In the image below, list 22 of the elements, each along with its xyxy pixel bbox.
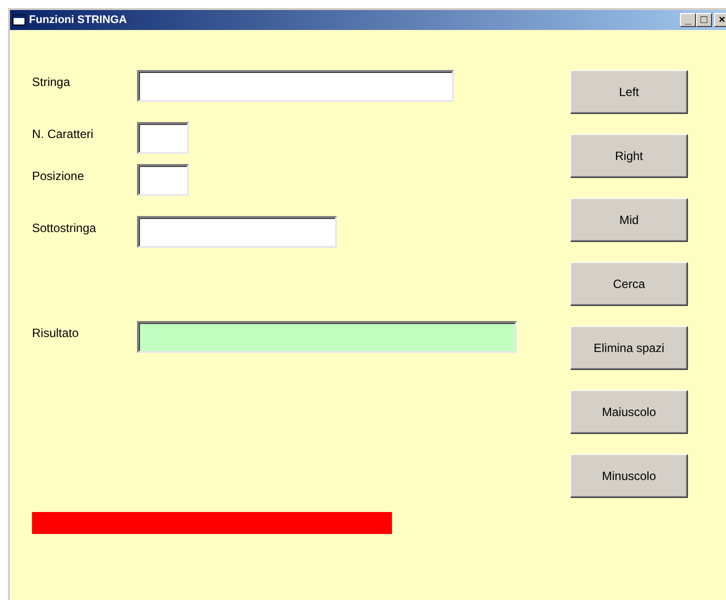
field-label: Stringa: [32, 74, 72, 91]
action-button[interactable]: Minuscolo: [570, 454, 688, 498]
field-label: Sottostringa: [32, 220, 98, 237]
action-button[interactable]: Mid: [570, 198, 688, 242]
field-label: N. Caratteri: [32, 126, 94, 143]
field-label: Posizione: [32, 168, 86, 185]
close-button[interactable]: ×: [714, 13, 726, 27]
input-field[interactable]: [137, 122, 189, 154]
input-field[interactable]: [137, 216, 337, 248]
result-field[interactable]: [137, 321, 517, 353]
input-field[interactable]: [137, 70, 454, 102]
minimize-button[interactable]: _: [680, 13, 696, 27]
action-button[interactable]: Right: [570, 134, 688, 178]
action-button[interactable]: Left: [570, 70, 688, 114]
window-title: Funzioni STRINGA: [29, 12, 127, 28]
action-button[interactable]: Cerca: [570, 262, 688, 306]
input-field[interactable]: [137, 164, 189, 196]
window-icon: [12, 14, 26, 26]
action-button[interactable]: Elimina spazi: [570, 326, 688, 370]
field-label: Risultato: [32, 325, 80, 342]
maximize-button[interactable]: □: [696, 13, 712, 27]
action-button[interactable]: Maiuscolo: [570, 390, 688, 434]
